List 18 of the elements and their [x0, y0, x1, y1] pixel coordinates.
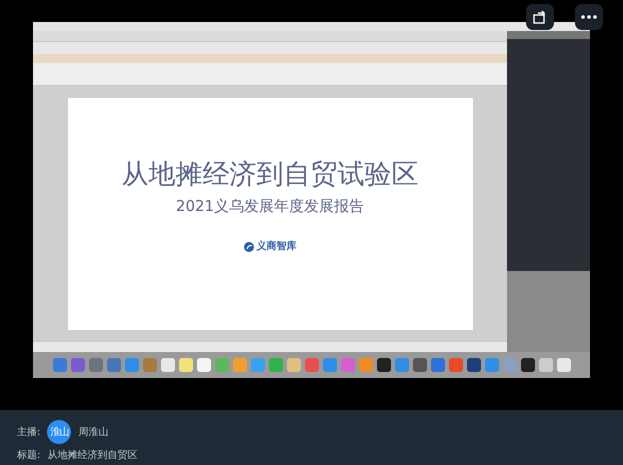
rotate-icon [533, 10, 547, 24]
logo-icon [244, 242, 254, 252]
host-label: 主播: [17, 426, 40, 439]
more-icon [581, 15, 597, 19]
app-icon[interactable] [520, 358, 534, 372]
app-icon[interactable] [412, 358, 426, 372]
app-icon[interactable] [376, 358, 390, 372]
host-avatar: 淮山 [47, 420, 72, 444]
slide-title: 从地摊经济到自贸试验区 [122, 160, 418, 190]
logo-text: 义商智库 [256, 242, 296, 252]
title-label: 标题: [17, 448, 40, 462]
rotate-button[interactable] [526, 4, 554, 30]
app-icon[interactable] [196, 358, 210, 372]
app-icon[interactable] [466, 358, 480, 372]
host-name: 周淮山 [78, 426, 108, 439]
slide-subtitle: 2021义乌发展年度发展报告 [176, 197, 364, 216]
stream-title: 从地摊经济到自贸区 [47, 448, 138, 462]
more-button[interactable] [575, 4, 603, 30]
